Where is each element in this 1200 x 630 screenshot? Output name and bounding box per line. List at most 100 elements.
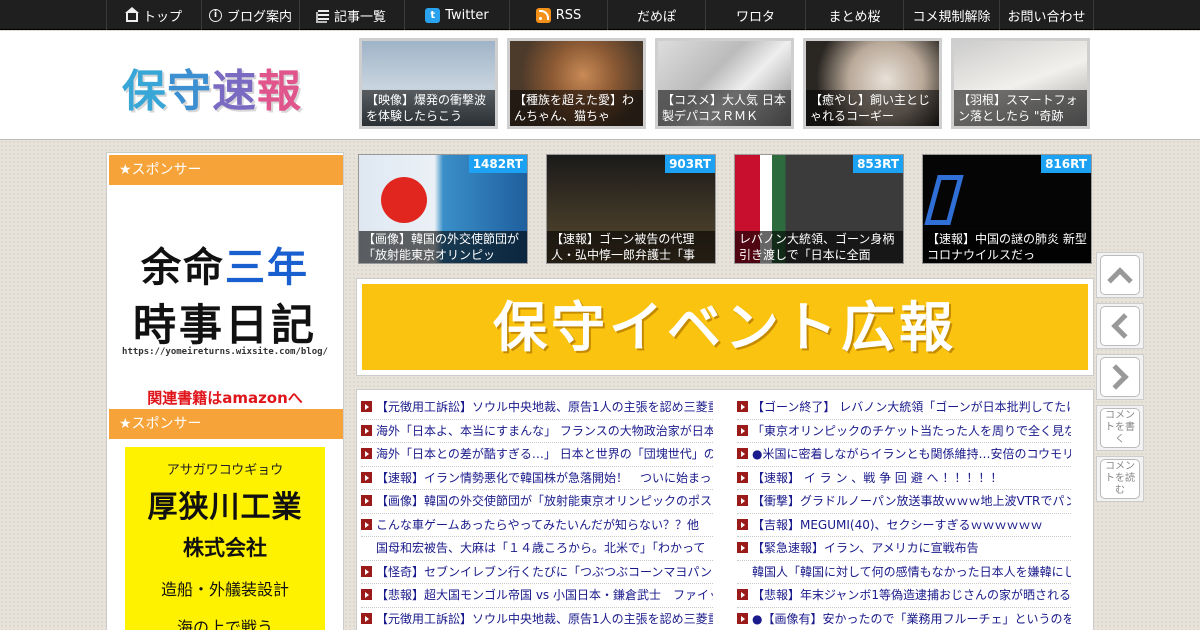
banner-text: 保守イベント広報	[362, 284, 1088, 370]
ad1-text: 三年	[225, 245, 309, 291]
headline-link[interactable]: 【緊急速報】イラン、アメリカに宣戦布告	[737, 537, 1071, 561]
headline-link[interactable]: こんな車ゲームあったらやってみたいんだが知らない？？他	[361, 514, 713, 537]
ad-yomei-sannen[interactable]: 余命三年 時事日記 https://yomeireturns.wixsite.c…	[107, 187, 343, 407]
ad1-text: 余命	[141, 245, 225, 291]
chevron-left-icon	[1111, 313, 1137, 339]
header-thumb-explosion[interactable]: 【映像】爆発の衝撃波を体験したらこう	[359, 38, 498, 129]
nav-label: ブログ案内	[226, 9, 292, 25]
headline-link[interactable]: 「東京オリンピックのチケット当たった人を周りで全く見ない	[737, 420, 1071, 443]
header-thumb-corgi[interactable]: 【癒やし】飼い主とじゃれるコーギー	[803, 38, 942, 129]
headline-link[interactable]: ●【画像有】安かったので「業務用フルーチェ」というのを買	[737, 608, 1071, 630]
headline-link[interactable]: 【悲報】超大国モンゴル帝国 vs 小国日本・鎌倉武士 ファイッ！	[361, 584, 713, 608]
logo-char: 保	[122, 66, 167, 117]
headline-link[interactable]: 【画像】韓国の外交使節団が「放射能東京オリンピックのポス	[361, 490, 713, 514]
ad2-kana: アサガワコウギョウ	[166, 463, 284, 478]
headline-link[interactable]: 【元徴用工訴訟】ソウル中央地裁、原告1人の主張を認め三菱重	[361, 396, 713, 420]
read-comment-button[interactable]: コメントを読む	[1096, 456, 1144, 502]
rt-card[interactable]: 903RT 【速報】ゴーン被告の代理人・弘中惇一郎弁護士「事	[546, 154, 716, 264]
headline-text: 【ゴーン終了】 レバノン大統領「ゴーンが日本批判してたけど	[752, 400, 1071, 414]
arrow-icon	[361, 401, 372, 412]
arrow-icon	[737, 518, 748, 530]
nav-rss[interactable]: RSS	[509, 0, 607, 30]
sponsor-heading-2: ★スポンサー	[109, 409, 343, 439]
headline-text: こんな車ゲームあったらやってみたいんだが知らない？？他	[376, 517, 700, 532]
ad1-title-line1: 余命三年	[107, 235, 343, 293]
headline-link[interactable]: 【怪奇】セブンイレブン行くたびに「つぶつぶコーンマヨパン	[361, 561, 713, 584]
rt-card[interactable]: 853RT レバノン大統領、ゴーン身柄引き渡しで「日本に全面	[734, 154, 904, 264]
write-comment-button[interactable]: コメントを書く	[1096, 405, 1144, 451]
chevron-up-icon	[1107, 267, 1133, 293]
top-nav-items: トップ i ブログ案内 記事一覧 t Twitter RSS だめぽ ワロタ まとめ…	[106, 0, 1094, 30]
nav-warota[interactable]: ワロタ	[705, 0, 805, 30]
ad-asagawa-kogyo[interactable]: アサガワコウギョウ 厚狭川工業 株式会社 造船・外艤装設計 海の上で戦う	[125, 447, 325, 630]
site-logo[interactable]: 保守速報	[122, 55, 302, 119]
headline-link[interactable]: ●米国に密着しながらイランとも関係維持…安倍のコウモリ外	[737, 443, 1071, 467]
scroll-top-button[interactable]	[1096, 252, 1144, 298]
chevron-right-icon	[1103, 364, 1129, 390]
headline-link[interactable]: 海外「日本との差が酷すぎる…」 日本と世界の「団塊世代」の	[361, 443, 713, 467]
arrow-icon	[361, 518, 372, 530]
headline-link[interactable]: 【悲報】年末ジャンボ1等偽造逮捕おじさんの家が晒されるｗｗ	[737, 584, 1071, 608]
ad1-amazon-link[interactable]: 関連書籍はamazonへ	[107, 387, 343, 408]
rt-count-badge: 903RT	[665, 155, 715, 173]
sponsor-heading: ★スポンサー	[109, 155, 343, 185]
headline-text: 【悲報】超大国モンゴル帝国 vs 小国日本・鎌倉武士 ファイッ！	[376, 588, 713, 602]
write-comment-label: コメントを書く	[1100, 408, 1140, 448]
headline-link[interactable]: 【速報】イラン情勢悪化で韓国株が急落開始！ ついに始まっ	[361, 467, 713, 490]
headline-link[interactable]: 国母和宏被告、大麻は「１４歳ころから。北米で」「わかって	[361, 537, 713, 561]
thumb-caption: 【種族を超えた愛】わんちゃん、猫ちゃ	[510, 90, 643, 126]
thumb-caption: 【映像】爆発の衝撃波を体験したらこう	[362, 90, 495, 126]
headline-text: 【怪奇】セブンイレブン行くたびに「つぶつぶコーンマヨパン	[376, 564, 713, 579]
nav-twitter[interactable]: t Twitter	[404, 0, 509, 30]
headline-text: 海外「日本との差が酷すぎる…」 日本と世界の「団塊世代」の	[376, 447, 713, 461]
nav-top[interactable]: トップ	[106, 0, 201, 30]
headline-column-left: 【元徴用工訴訟】ソウル中央地裁、原告1人の主張を認め三菱重 海外「日本よ、本当にす…	[361, 396, 713, 630]
nav-contact[interactable]: お問い合わせ	[999, 0, 1094, 30]
nav-matome-sakura[interactable]: まとめ桜	[805, 0, 903, 30]
thumb-caption: 【羽根】スマートフォン落としたら "奇跡	[954, 90, 1087, 126]
rt-card-caption: 【画像】韓国の外交使節団が「放射能東京オリンピッ	[359, 231, 527, 263]
arrow-icon	[737, 542, 748, 553]
prev-article-button[interactable]	[1096, 303, 1144, 349]
headline-text: 【元徴用工訴訟】ソウル中央地裁、原告1人の主張を認め三菱重	[376, 400, 713, 414]
headline-link[interactable]: 韓国人「韓国に対して何の感情もなかった日本人を嫌韓にした	[737, 561, 1071, 584]
headline-link[interactable]: 【衝撃】グラドルノーパン放送事故ｗｗｗ地上波VTRでパンツ	[737, 490, 1071, 514]
nav-damepo[interactable]: だめぽ	[607, 0, 705, 30]
nav-label: 記事一覧	[333, 9, 386, 25]
rt-card[interactable]: 816RT 【速報】中国の謎の肺炎 新型コロナウイルスだっ	[922, 154, 1092, 264]
info-icon: i	[208, 8, 222, 22]
headline-text: 【元徴用工訴訟】ソウル中央地裁、原告1人の主張を認め三菱重	[376, 611, 713, 626]
ad1-url: https://yomeireturns.wixsite.com/blog/	[122, 347, 328, 357]
headline-text: 海外「日本よ、本当にすまんな」 フランスの大物政治家が日本	[376, 423, 713, 438]
button-face	[1100, 255, 1140, 295]
headline-link[interactable]: 【速報】 イ ラ ン 、戦 争 回 避 へ ！！！！！	[737, 467, 1071, 490]
logo-char: 守	[167, 66, 212, 117]
nav-comment-unblock[interactable]: コメ規制解除	[903, 0, 999, 30]
rt-card[interactable]: 1482RT 【画像】韓国の外交使節団が「放射能東京オリンピッ	[358, 154, 528, 264]
nav-article-list[interactable]: 記事一覧	[299, 0, 404, 30]
arrow-icon	[737, 589, 748, 600]
headline-link[interactable]: 【元徴用工訴訟】ソウル中央地裁、原告1人の主張を認め三菱重	[361, 608, 713, 630]
twitter-icon: t	[425, 7, 441, 23]
rising-sun-graphic	[381, 177, 427, 223]
header-thumb-smartphone[interactable]: 【羽根】スマートフォン落としたら "奇跡	[951, 38, 1090, 129]
headline-link[interactable]: 海外「日本よ、本当にすまんな」 フランスの大物政治家が日本	[361, 420, 713, 443]
headline-text: 【衝撃】グラドルノーパン放送事故ｗｗｗ地上波VTRでパンツ	[752, 494, 1071, 508]
nav-blog-guide[interactable]: i ブログ案内	[201, 0, 299, 30]
ad2-description: 造船・外艤装設計	[160, 580, 289, 599]
arrow-icon	[361, 448, 372, 459]
rss-icon	[535, 7, 551, 23]
header-thumb-cosme[interactable]: 【コスメ】大人気 日本製デパコスＲＭＫ	[655, 38, 794, 129]
arrow-icon	[737, 424, 748, 436]
headline-text: 国母和宏被告、大麻は「１４歳ころから。北米で」「わかって	[376, 541, 706, 555]
next-article-button[interactable]	[1096, 354, 1144, 400]
header-thumb-pets[interactable]: 【種族を超えた愛】わんちゃん、猫ちゃ	[507, 38, 646, 129]
arrow-icon	[361, 495, 372, 506]
headline-link[interactable]: 【ゴーン終了】 レバノン大統領「ゴーンが日本批判してたけど	[737, 396, 1071, 420]
event-banner[interactable]: 保守イベント広報	[356, 278, 1094, 376]
headline-link[interactable]: 【吉報】MEGUMI(40)、セクシーすぎるｗｗｗｗｗｗ	[737, 514, 1071, 537]
list-icon	[317, 9, 329, 21]
nav-label: だめぽ	[636, 9, 676, 25]
rt-count-badge: 1482RT	[468, 155, 527, 173]
nav-label: お問い合わせ	[1007, 9, 1086, 25]
